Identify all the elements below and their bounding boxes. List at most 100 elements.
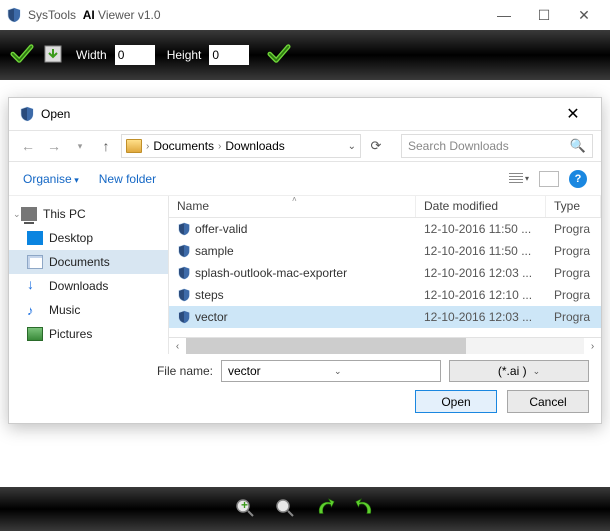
window-title: SysTools AI Viewer v1.0: [28, 8, 484, 22]
file-row[interactable]: sample12-10-2016 11:50 ...Progra: [169, 240, 601, 262]
scroll-right-icon[interactable]: ›: [584, 341, 601, 352]
file-date-cell: 12-10-2016 11:50 ...: [416, 222, 546, 236]
cancel-button[interactable]: Cancel: [507, 390, 589, 413]
file-row[interactable]: vector 12-10-2016 12:03 ...Progra: [169, 306, 601, 328]
dialog-close-button[interactable]: ✕: [555, 100, 591, 128]
app-logo-icon: [6, 7, 22, 23]
search-icon[interactable]: 🔍: [570, 138, 586, 154]
scroll-thumb[interactable]: [186, 338, 466, 355]
search-input[interactable]: [408, 139, 570, 153]
file-type-cell: Progra: [546, 310, 601, 324]
file-row[interactable]: steps12-10-2016 12:10 ...Progra: [169, 284, 601, 306]
chevron-down-icon[interactable]: ⌄: [334, 366, 434, 377]
column-date[interactable]: Date modified: [416, 196, 546, 217]
file-list-header[interactable]: Name˄ Date modified Type: [169, 196, 601, 218]
view-mode-button[interactable]: ▾: [509, 173, 529, 185]
breadcrumb-a[interactable]: Documents: [153, 139, 214, 153]
file-name-cell: splash-outlook-mac-exporter: [169, 266, 416, 280]
music-icon: [27, 303, 43, 317]
file-type-cell: Progra: [546, 222, 601, 236]
breadcrumb-dropdown-icon[interactable]: ⌄: [348, 141, 356, 152]
file-list-pane: Name˄ Date modified Type offer-valid 12-1…: [169, 196, 601, 354]
tree-item-desktop[interactable]: Desktop: [9, 226, 168, 250]
file-date-cell: 12-10-2016 12:03 ...: [416, 266, 546, 280]
filetype-combo[interactable]: (*.ai ) ⌄: [449, 360, 589, 382]
rotate-left-icon[interactable]: [314, 497, 336, 522]
file-type-cell: Progra: [546, 244, 601, 258]
height-input[interactable]: [209, 45, 249, 65]
tree-item-label: Music: [49, 303, 80, 317]
file-name: splash-outlook-mac-exporter: [195, 266, 347, 280]
tree-item-label: This PC: [43, 207, 86, 221]
dialog-navbar: ← → ▾ ↑ › Documents › Downloads ⌄ ⟳ 🔍: [9, 130, 601, 162]
breadcrumb-b[interactable]: Downloads: [225, 139, 284, 153]
tree-item-downloads[interactable]: Downloads: [9, 274, 168, 298]
chevron-down-icon[interactable]: ⌄: [13, 209, 21, 220]
open-button[interactable]: Open: [415, 390, 497, 413]
width-input[interactable]: [115, 45, 155, 65]
scroll-left-icon[interactable]: ‹: [169, 341, 186, 352]
nav-back-button[interactable]: ←: [17, 138, 39, 154]
file-name: sample: [195, 244, 234, 258]
refresh-button[interactable]: ⟳: [365, 138, 387, 154]
folder-icon: [126, 139, 142, 153]
nav-history-button[interactable]: ▾: [69, 141, 91, 152]
bottom-toolbar: +: [0, 487, 610, 531]
close-window-button[interactable]: ✕: [564, 0, 604, 30]
save-icon[interactable]: [42, 43, 64, 68]
breadcrumb[interactable]: › Documents › Downloads ⌄: [121, 134, 361, 158]
search-box[interactable]: 🔍: [401, 134, 593, 158]
dl-icon: [27, 279, 43, 293]
dialog-command-bar: Organise New folder ▾ ?: [9, 162, 601, 196]
file-row[interactable]: splash-outlook-mac-exporter 12-10-2016 12…: [169, 262, 601, 284]
file-name-cell: offer-valid: [169, 222, 416, 236]
column-type[interactable]: Type: [546, 196, 601, 217]
scroll-track[interactable]: [186, 338, 584, 355]
new-folder-button[interactable]: New folder: [99, 172, 156, 186]
horizontal-scrollbar[interactable]: ‹ ›: [169, 337, 601, 354]
organise-menu[interactable]: Organise: [23, 172, 79, 186]
tree-item-pictures[interactable]: Pictures: [9, 322, 168, 346]
dialog-titlebar: Open ✕: [9, 98, 601, 130]
zoom-in-icon[interactable]: +: [234, 497, 256, 522]
file-name-cell: steps: [169, 288, 416, 302]
filename-value: vector: [228, 364, 328, 378]
tree-item-this-pc[interactable]: ⌄ This PC: [9, 202, 168, 226]
apply-right-icon[interactable]: [267, 42, 291, 69]
dialog-title: Open: [41, 107, 555, 121]
window-titlebar: SysTools AI Viewer v1.0 — ☐ ✕: [0, 0, 610, 30]
tree-item-label: Pictures: [49, 327, 92, 341]
file-name: steps: [195, 288, 224, 302]
preview-pane-button[interactable]: [539, 171, 559, 187]
zoom-out-icon[interactable]: [274, 497, 296, 522]
apply-left-icon[interactable]: [10, 42, 34, 69]
file-date-cell: 12-10-2016 12:03 ...: [416, 310, 546, 324]
column-name[interactable]: Name˄: [169, 196, 416, 217]
pic-icon: [27, 327, 43, 341]
tree-item-label: Documents: [49, 255, 110, 269]
file-name-cell: sample: [169, 244, 416, 258]
filename-combo[interactable]: vector ⌄: [221, 360, 441, 382]
help-button[interactable]: ?: [569, 170, 587, 188]
file-list[interactable]: offer-valid12-10-2016 11:50 ...Prograsam…: [169, 218, 601, 337]
minimize-button[interactable]: —: [484, 0, 524, 30]
folder-tree[interactable]: ⌄ This PC Desktop Documents Downloads Music Pi…: [9, 196, 169, 354]
file-row[interactable]: offer-valid 12-10-2016 11:50 ...Progra: [169, 218, 601, 240]
rotate-right-icon[interactable]: [354, 497, 376, 522]
chevron-down-icon[interactable]: ⌄: [533, 366, 541, 377]
width-label: Width: [76, 48, 107, 62]
tree-item-music[interactable]: Music: [9, 298, 168, 322]
nav-up-button[interactable]: ↑: [95, 138, 117, 154]
open-file-dialog: Open ✕ ← → ▾ ↑ › Documents › Downloads ⌄…: [8, 97, 602, 424]
svg-text:+: +: [241, 498, 248, 512]
file-name-cell: vector: [169, 310, 416, 324]
file-name: offer-valid: [195, 222, 247, 236]
file-type-cell: Progra: [546, 266, 601, 280]
nav-forward-button: →: [43, 138, 65, 154]
tree-item-documents[interactable]: Documents: [9, 250, 168, 274]
desktop-icon: [27, 231, 43, 245]
file-name: vector: [195, 310, 228, 324]
chevron-right-icon: ›: [218, 141, 221, 152]
file-type-cell: Progra: [546, 288, 601, 302]
maximize-button[interactable]: ☐: [524, 0, 564, 30]
